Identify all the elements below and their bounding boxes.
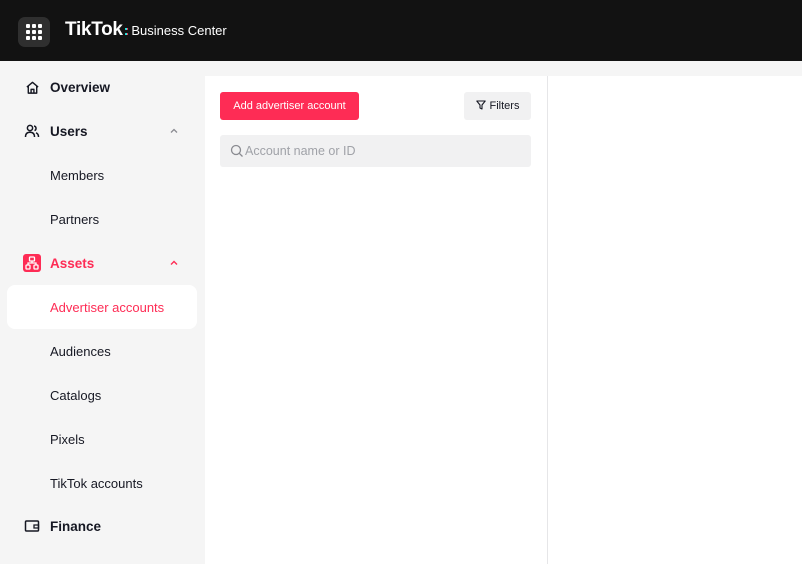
sidebar-item-label: Finance — [50, 518, 102, 534]
home-icon — [23, 78, 41, 96]
users-icon — [23, 122, 41, 140]
tiktok-business-center-logo[interactable]: TikTok : Business Center — [65, 19, 227, 41]
account-search-input[interactable] — [245, 144, 525, 158]
sidebar-item-catalogs[interactable]: Catalogs — [0, 373, 205, 417]
sidebar-item-label: Catalogs — [50, 387, 102, 403]
sidebar-item-members[interactable]: Members — [0, 153, 205, 197]
account-detail-panel — [548, 76, 802, 564]
sidebar-item-advertiser-accounts[interactable]: Advertiser accounts — [7, 285, 197, 329]
logo-sub-text: Business Center — [131, 23, 227, 38]
sidebar-item-finance[interactable]: Finance — [0, 504, 205, 548]
sidebar-item-label: Members — [50, 167, 105, 183]
sidebar-item-label: Pixels — [50, 431, 85, 447]
filter-icon — [475, 99, 486, 113]
sidebar-item-pixels[interactable]: Pixels — [0, 417, 205, 461]
chevron-up-icon[interactable] — [168, 257, 180, 269]
finance-card-icon — [23, 517, 41, 535]
sidebar-item-label: Partners — [50, 211, 100, 227]
chevron-up-icon[interactable] — [168, 125, 180, 137]
sidebar-item-label: Users — [50, 123, 88, 139]
top-bar: TikTok : Business Center — [0, 0, 802, 61]
sidebar-item-tiktok-accounts[interactable]: TikTok accounts — [0, 461, 205, 505]
sidebar-item-label: TikTok accounts — [50, 475, 143, 491]
assets-icon — [23, 254, 41, 272]
sidebar: Overview Users Members Partners Assets A… — [0, 61, 205, 564]
add-advertiser-account-button[interactable]: Add advertiser account — [220, 92, 359, 120]
account-search-box[interactable] — [220, 135, 531, 167]
sidebar-item-users[interactable]: Users — [0, 109, 205, 153]
search-icon — [230, 144, 244, 158]
sidebar-item-label: Assets — [50, 255, 95, 271]
sidebar-item-partners[interactable]: Partners — [0, 197, 205, 241]
app-switcher-grid-icon[interactable] — [18, 17, 50, 47]
filters-button[interactable]: Filters — [464, 92, 531, 120]
logo-main-text: TikTok — [65, 19, 123, 40]
sidebar-item-label: Audiences — [50, 343, 111, 359]
sidebar-item-assets[interactable]: Assets — [0, 241, 205, 285]
filters-label: Filters — [489, 100, 520, 112]
logo-colon: : — [123, 22, 129, 38]
sidebar-item-overview[interactable]: Overview — [0, 65, 205, 109]
sidebar-item-label: Overview — [50, 79, 111, 95]
advertiser-accounts-list-panel: Add advertiser account Filters — [205, 76, 547, 564]
sidebar-item-audiences[interactable]: Audiences — [0, 329, 205, 373]
sidebar-item-label: Advertiser accounts — [50, 299, 165, 315]
